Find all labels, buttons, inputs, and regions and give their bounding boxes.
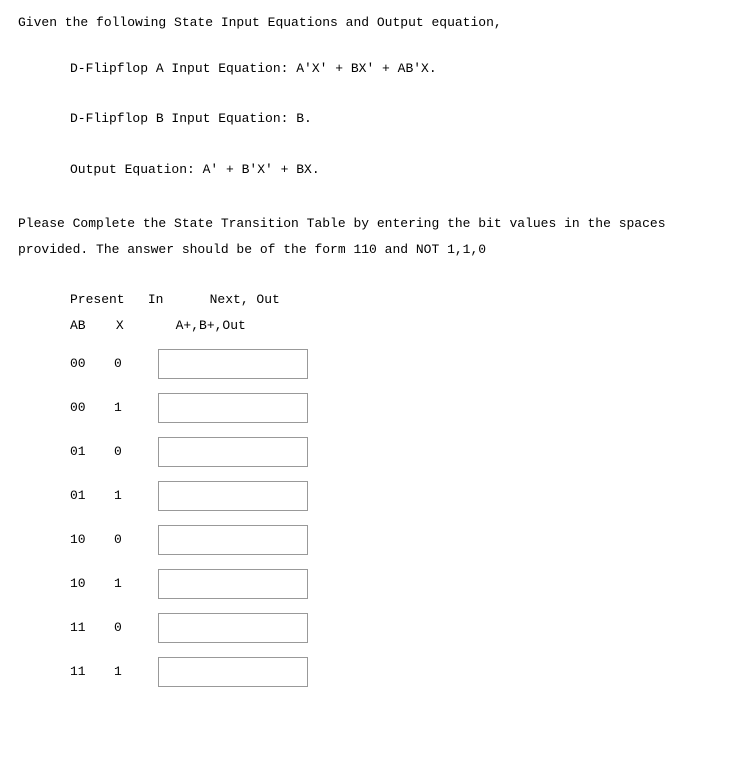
answer-input[interactable] xyxy=(158,349,308,379)
cell-ab: 01 xyxy=(70,487,114,505)
cell-ab: 00 xyxy=(70,355,114,373)
cell-x: 0 xyxy=(114,619,158,637)
equation-da: D-Flipflop A Input Equation: A'X' + BX' … xyxy=(70,60,719,78)
cell-x: 1 xyxy=(114,575,158,593)
table-row: 10 0 xyxy=(70,525,719,555)
cell-x: 1 xyxy=(114,487,158,505)
answer-input[interactable] xyxy=(158,437,308,467)
header-next-out: Next, Out xyxy=(210,292,280,307)
answer-input[interactable] xyxy=(158,569,308,599)
table-row: 10 1 xyxy=(70,569,719,599)
table-row: 00 0 xyxy=(70,349,719,379)
cell-ab: 10 xyxy=(70,531,114,549)
header-abo: A+,B+,Out xyxy=(176,318,246,333)
table-row: 01 1 xyxy=(70,481,719,511)
header-present: Present xyxy=(70,291,140,309)
header-x: X xyxy=(116,317,168,335)
answer-input[interactable] xyxy=(158,657,308,687)
cell-ab: 00 xyxy=(70,399,114,417)
header-ab: AB xyxy=(70,317,108,335)
answer-input[interactable] xyxy=(158,525,308,555)
header-in: In xyxy=(148,291,202,309)
cell-x: 0 xyxy=(114,443,158,461)
state-table: Present In Next, Out AB X A+,B+,Out 00 0… xyxy=(70,291,719,687)
table-row: 00 1 xyxy=(70,393,719,423)
cell-x: 0 xyxy=(114,355,158,373)
cell-ab: 11 xyxy=(70,619,114,637)
table-row: 11 1 xyxy=(70,657,719,687)
table-row: 01 0 xyxy=(70,437,719,467)
cell-x: 1 xyxy=(114,663,158,681)
instructions-text: Please Complete the State Transition Tab… xyxy=(18,211,719,263)
answer-input[interactable] xyxy=(158,393,308,423)
table-row: 11 0 xyxy=(70,613,719,643)
answer-input[interactable] xyxy=(158,613,308,643)
answer-input[interactable] xyxy=(158,481,308,511)
equation-out: Output Equation: A' + B'X' + BX. xyxy=(70,161,719,179)
cell-ab: 10 xyxy=(70,575,114,593)
intro-text: Given the following State Input Equation… xyxy=(18,14,719,32)
equation-db: D-Flipflop B Input Equation: B. xyxy=(70,110,719,128)
cell-ab: 01 xyxy=(70,443,114,461)
cell-ab: 11 xyxy=(70,663,114,681)
cell-x: 1 xyxy=(114,399,158,417)
cell-x: 0 xyxy=(114,531,158,549)
table-header-row-1: Present In Next, Out xyxy=(70,291,719,309)
table-header-row-2: AB X A+,B+,Out xyxy=(70,317,719,335)
